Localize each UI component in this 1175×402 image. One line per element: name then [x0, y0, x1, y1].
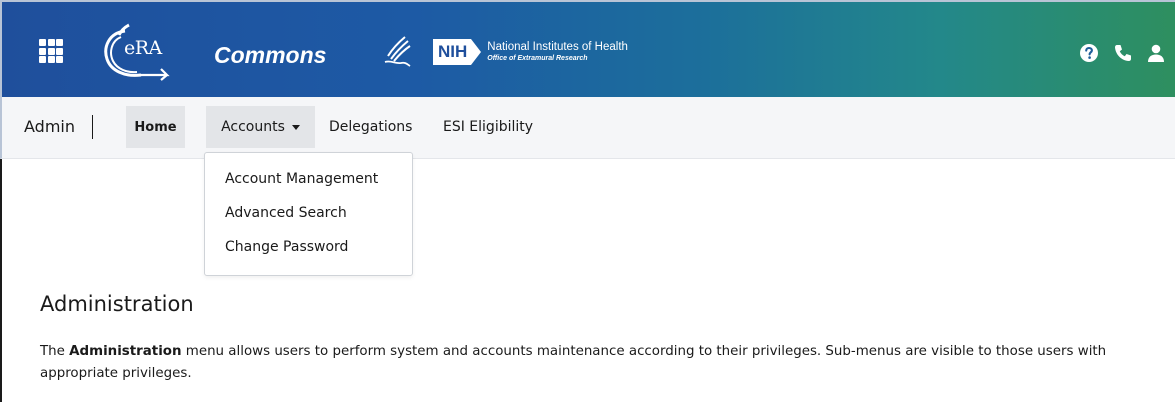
nav-item-accounts-label: Accounts — [221, 119, 285, 135]
nav-item-esi-eligibility[interactable]: ESI Eligibility — [443, 106, 533, 148]
nav-brand-separator — [92, 115, 93, 139]
hhs-eagle-icon — [384, 36, 411, 67]
description-prefix: The — [40, 344, 70, 359]
nih-subtitle: Office of Extramural Research — [487, 54, 588, 62]
description-bold-term: Administration — [69, 344, 182, 359]
apps-grid-icon[interactable] — [39, 39, 63, 63]
help-icon[interactable] — [1079, 43, 1099, 63]
nih-arrow-shape — [471, 39, 482, 65]
page-description: The Administration menu allows users to … — [40, 341, 1120, 385]
phone-icon[interactable] — [1113, 43, 1133, 63]
content-left-border — [0, 159, 2, 402]
nih-abbreviation: NIH — [433, 39, 472, 65]
era-logo-text: eRA — [124, 37, 162, 59]
top-header-bar: eRA Commons NIH National Institutes of H… — [0, 0, 1175, 97]
description-text: menu allows users to perform system and … — [40, 344, 1107, 381]
nav-item-delegations[interactable]: Delegations — [329, 106, 412, 148]
nav-brand[interactable]: Admin — [24, 117, 75, 136]
main-navbar: Admin Home Accounts Delegations ESI Elig… — [0, 97, 1175, 159]
caret-down-icon — [291, 124, 300, 130]
nih-text-block: National Institutes of Health Office of … — [487, 42, 628, 62]
menu-item-change-password[interactable]: Change Password — [225, 239, 348, 255]
menu-item-account-management[interactable]: Account Management — [225, 171, 378, 187]
nav-item-home[interactable]: Home — [126, 106, 185, 148]
menu-item-advanced-search[interactable]: Advanced Search — [225, 205, 347, 221]
accounts-dropdown-menu: Account Management Advanced Search Chang… — [204, 152, 413, 276]
nih-logo[interactable]: NIH National Institutes of Health Office… — [433, 39, 628, 65]
nih-title: National Institutes of Health — [487, 41, 628, 54]
product-name: Commons — [214, 42, 327, 68]
page-title: Administration — [40, 292, 194, 316]
user-icon[interactable] — [1146, 43, 1166, 63]
nav-item-accounts[interactable]: Accounts — [206, 106, 315, 148]
